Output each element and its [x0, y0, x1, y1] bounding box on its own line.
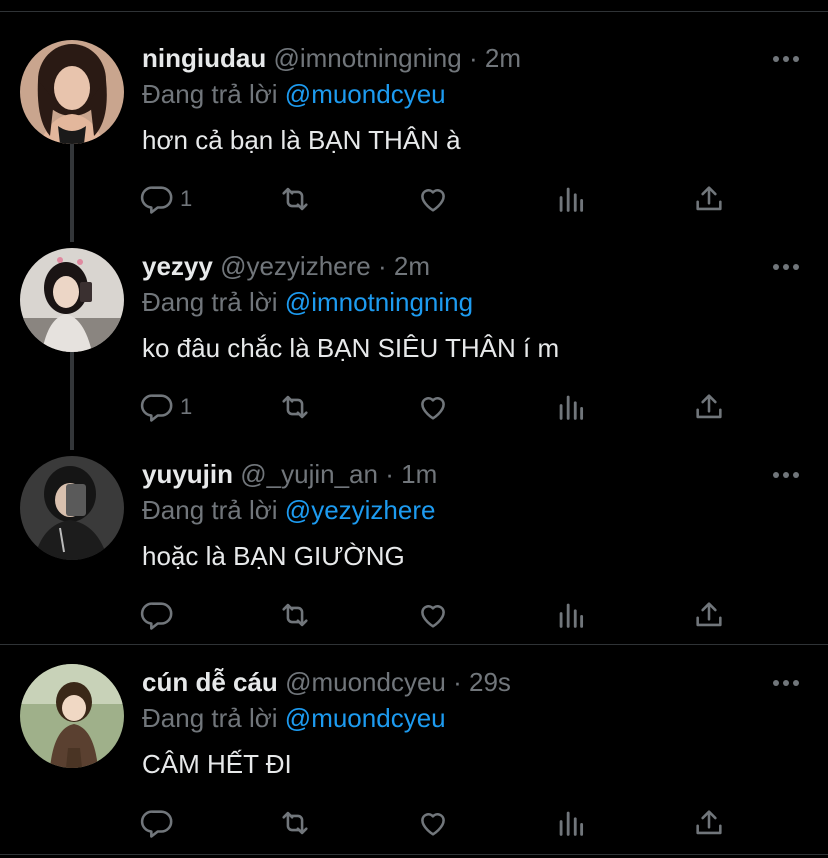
replying-to-label: Đang trả lời — [142, 287, 278, 317]
mention-link[interactable]: @muondcyeu — [285, 703, 446, 733]
like-button[interactable] — [416, 390, 450, 424]
tweet-header: yezyy @yezyizhere · 2m — [142, 250, 430, 282]
avatar[interactable] — [20, 40, 124, 144]
tweet-header: ningiudau @imnotningning · 2m — [142, 42, 521, 74]
mention-link[interactable]: @muondcyeu — [285, 79, 446, 109]
reply-button[interactable] — [140, 806, 180, 840]
tweet[interactable]: cún dễ cáu @muondcyeu · 29s Đang trả lời… — [0, 638, 828, 846]
separator: · — [468, 43, 478, 73]
retweet-button[interactable] — [278, 182, 312, 216]
avatar[interactable] — [20, 248, 124, 352]
share-icon — [696, 602, 722, 627]
retweet-button[interactable] — [278, 598, 312, 632]
action-bar: 1 — [140, 182, 740, 222]
share-button[interactable] — [692, 806, 726, 840]
display-name[interactable]: yuyujin — [142, 459, 233, 489]
retweet-icon — [282, 395, 308, 419]
tweet[interactable]: yuyujin @_yujin_an · 1m Đang trả lời @ye… — [0, 430, 828, 638]
timestamp[interactable]: 1m — [401, 459, 437, 489]
more-icon[interactable] — [772, 468, 800, 480]
views-icon — [559, 187, 584, 212]
like-icon — [421, 189, 445, 212]
reply-icon — [140, 602, 173, 630]
separator: · — [453, 667, 462, 697]
tweet-text: ko đâu chắc là BẠN SIÊU THÂN í m — [142, 333, 560, 363]
mention-link[interactable]: @imnotningning — [285, 287, 473, 317]
views-icon — [559, 603, 584, 628]
handle[interactable]: @muondcyeu — [285, 667, 446, 697]
tweet-text: CÂM HẾT ĐI — [142, 749, 292, 779]
top-divider — [0, 11, 828, 12]
retweet-button[interactable] — [278, 806, 312, 840]
reply-button[interactable]: 1 — [140, 182, 192, 216]
retweet-button[interactable] — [278, 390, 312, 424]
replying-to: Đang trả lời @muondcyeu — [142, 702, 446, 734]
timestamp[interactable]: 2m — [394, 251, 430, 281]
views-button[interactable] — [554, 182, 588, 216]
tweet-text: hoặc là BẠN GIƯỜNG — [142, 541, 405, 571]
mention-link[interactable]: @yezyizhere — [285, 495, 436, 525]
display-name[interactable]: ningiudau — [142, 43, 266, 73]
reply-button[interactable]: 1 — [140, 390, 192, 424]
like-button[interactable] — [416, 806, 450, 840]
views-button[interactable] — [554, 598, 588, 632]
timestamp[interactable]: 29s — [469, 667, 511, 697]
more-icon[interactable] — [772, 676, 800, 688]
replying-to-label: Đang trả lời — [142, 495, 278, 525]
replying-to-label: Đang trả lời — [142, 79, 278, 109]
reply-count: 1 — [180, 186, 193, 211]
replying-to-label: Đang trả lời — [142, 703, 278, 733]
share-icon — [696, 186, 722, 211]
retweet-icon — [282, 187, 308, 211]
like-button[interactable] — [416, 182, 450, 216]
reply-count: 1 — [180, 394, 193, 419]
tweet[interactable]: ningiudau @imnotningning · 2m Đang trả l… — [0, 14, 828, 222]
handle[interactable]: @imnotningning — [273, 43, 461, 73]
tweet-header: yuyujin @_yujin_an · 1m — [142, 458, 437, 490]
action-bar — [140, 806, 740, 846]
more-icon[interactable] — [772, 52, 800, 64]
views-icon — [559, 395, 584, 420]
handle[interactable]: @_yujin_an — [240, 459, 378, 489]
action-bar — [140, 598, 740, 638]
handle[interactable]: @yezyizhere — [220, 251, 371, 281]
separator: · — [385, 459, 394, 489]
share-button[interactable] — [692, 182, 726, 216]
retweet-icon — [282, 811, 308, 835]
display-name[interactable]: cún dễ cáu — [142, 667, 278, 697]
tweet-header: cún dễ cáu @muondcyeu · 29s — [142, 666, 511, 698]
tweet-text: hơn cả bạn là BẠN THÂN à — [142, 125, 461, 155]
views-button[interactable] — [554, 806, 588, 840]
action-bar: 1 — [140, 390, 740, 430]
replying-to: Đang trả lời @imnotningning — [142, 286, 473, 318]
more-icon[interactable] — [772, 260, 800, 272]
like-icon — [421, 605, 445, 628]
like-icon — [421, 813, 445, 836]
reply-icon — [140, 186, 173, 214]
reply-button[interactable] — [140, 598, 180, 632]
retweet-icon — [282, 603, 308, 627]
share-icon — [696, 810, 722, 835]
like-button[interactable] — [416, 598, 450, 632]
views-button[interactable] — [554, 390, 588, 424]
reply-icon — [140, 394, 173, 422]
views-icon — [559, 811, 584, 836]
separator: · — [377, 251, 387, 281]
bottom-divider — [0, 854, 828, 855]
tweet[interactable]: yezyy @yezyizhere · 2m Đang trả lời @imn… — [0, 222, 828, 430]
share-icon — [696, 394, 722, 419]
share-button[interactable] — [692, 390, 726, 424]
reply-icon — [140, 810, 173, 838]
timestamp[interactable]: 2m — [485, 43, 521, 73]
share-button[interactable] — [692, 598, 726, 632]
avatar[interactable] — [20, 456, 124, 560]
avatar[interactable] — [20, 664, 124, 768]
replying-to: Đang trả lời @yezyizhere — [142, 494, 435, 526]
replying-to: Đang trả lời @muondcyeu — [142, 78, 446, 110]
display-name[interactable]: yezyy — [142, 251, 213, 281]
like-icon — [421, 397, 445, 420]
